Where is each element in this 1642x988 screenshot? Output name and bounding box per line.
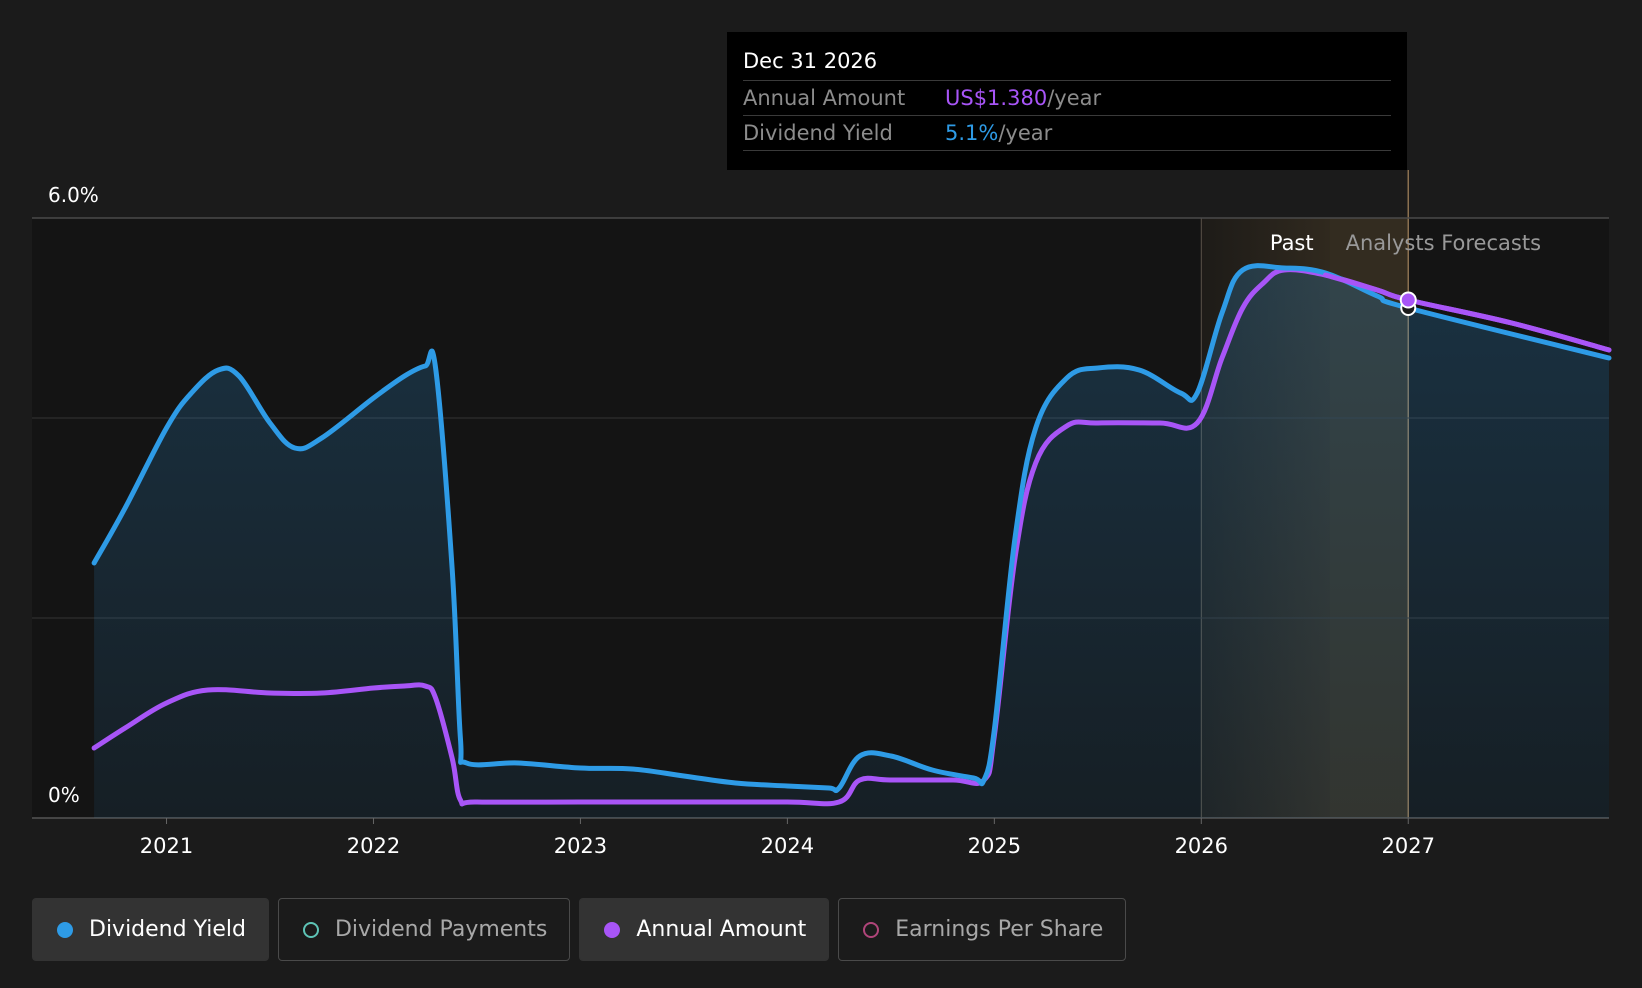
x-tick-label: 2024 bbox=[761, 834, 814, 858]
x-tick-label: 2025 bbox=[968, 834, 1021, 858]
legend-dividend-yield-button[interactable]: Dividend Yield bbox=[32, 898, 269, 961]
filled-dot-icon bbox=[604, 921, 621, 938]
filled-dot-icon bbox=[57, 921, 73, 938]
hollow-dot-icon bbox=[863, 921, 880, 938]
analysts-forecasts-label: Analysts Forecasts bbox=[1346, 231, 1541, 255]
x-tick-label: 2021 bbox=[140, 834, 193, 858]
past-label: Past bbox=[1270, 231, 1314, 255]
x-tick-label: 2027 bbox=[1382, 834, 1435, 858]
annual-amount-marker bbox=[1399, 291, 1417, 309]
legend-annual-amount-button[interactable]: Annual Amount bbox=[579, 898, 830, 961]
tooltip-value: 5.1% bbox=[945, 121, 999, 145]
legend-earnings-per-share-button[interactable]: Earnings Per Share bbox=[838, 898, 1127, 961]
tooltip-unit: /year bbox=[1047, 86, 1102, 110]
legend-dividend-payments-button[interactable]: Dividend Payments bbox=[277, 898, 571, 961]
legend-label: Earnings Per Share bbox=[895, 917, 1104, 942]
legend-label: Dividend Payments bbox=[334, 917, 548, 942]
y-tick-label: 0% bbox=[48, 783, 80, 807]
tooltip-unit: /year bbox=[998, 121, 1053, 145]
x-tick-label: 2026 bbox=[1175, 834, 1228, 858]
tooltip-date: Dec 31 2026 bbox=[743, 46, 1391, 81]
legend-label: Annual Amount bbox=[636, 917, 807, 942]
x-tick-label: 2022 bbox=[347, 834, 400, 858]
hollow-dot-icon bbox=[302, 921, 319, 938]
tooltip: Dec 31 2026 Annual Amount US$1.380/year D… bbox=[727, 32, 1407, 170]
legend: Dividend Yield Dividend Payments Annual … bbox=[32, 898, 1127, 961]
tooltip-row-dividend-yield: Dividend Yield 5.1%/year bbox=[743, 116, 1391, 151]
tooltip-value: US$1.380 bbox=[945, 86, 1048, 110]
tooltip-label: Dividend Yield bbox=[743, 121, 893, 145]
legend-label: Dividend Yield bbox=[89, 917, 246, 942]
y-tick-label: 6.0% bbox=[48, 183, 99, 207]
tooltip-label: Annual Amount bbox=[743, 86, 906, 110]
x-tick-label: 2023 bbox=[554, 834, 607, 858]
tooltip-row-annual-amount: Annual Amount US$1.380/year bbox=[743, 81, 1391, 116]
